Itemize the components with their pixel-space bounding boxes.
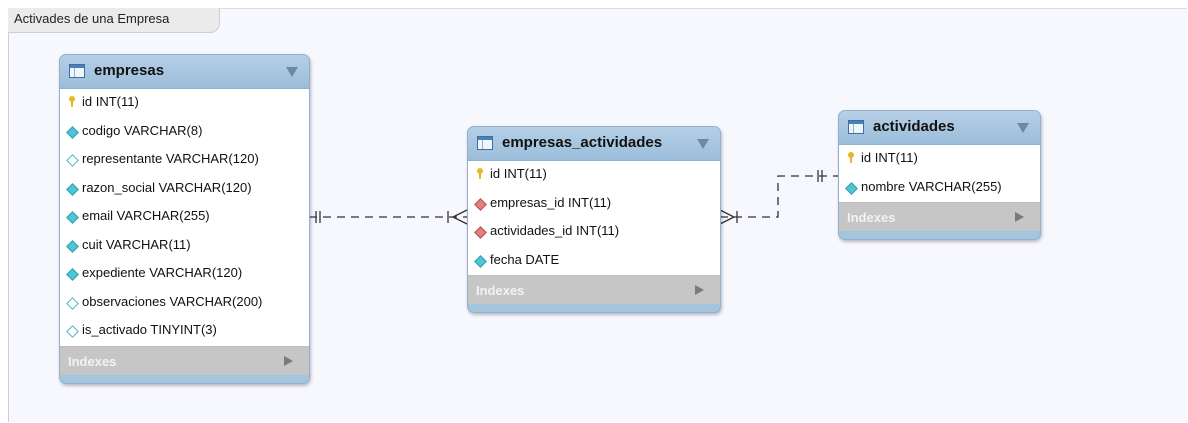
column-row[interactable]: empresas_id INT(11) — [468, 190, 720, 219]
column-row[interactable]: razon_social VARCHAR(120) — [60, 175, 309, 204]
column-row[interactable]: actividades_id INT(11) — [468, 218, 720, 247]
column-label: cuit VARCHAR(11) — [82, 236, 191, 252]
not-null-column-icon — [66, 125, 79, 139]
table-icon — [69, 64, 85, 78]
indexes-section[interactable]: Indexes — [60, 345, 309, 375]
not-null-column-icon — [66, 268, 79, 281]
table-footer — [839, 231, 1040, 239]
foreign-key-icon — [474, 197, 487, 211]
column-label: email VARCHAR(255) — [82, 208, 210, 223]
column-label: razon_social VARCHAR(120) — [82, 179, 252, 195]
not-null-column-icon — [66, 239, 79, 253]
column-label: id INT(11) — [861, 150, 918, 165]
primary-key-icon — [848, 152, 854, 164]
column-list: id INT(11) codigo VARCHAR(8) representante… — [60, 89, 309, 346]
table-name: actividades — [873, 118, 955, 135]
relationship-empresas-empresas-actividades[interactable] — [309, 209, 468, 225]
not-null-column-icon — [66, 211, 79, 224]
table-header[interactable]: empresas — [60, 55, 309, 89]
column-row[interactable]: is_activado TINYINT(3) — [60, 317, 309, 346]
not-null-column-icon — [474, 254, 487, 268]
column-list: id INT(11) nombre VARCHAR(255) — [839, 145, 1040, 202]
indexes-label: Indexes — [847, 210, 896, 225]
table-empresas[interactable]: empresas id INT(11) codigo VARCHAR(8) repr… — [59, 54, 310, 384]
indexes-label: Indexes — [68, 353, 117, 369]
column-row[interactable]: email VARCHAR(255) — [60, 203, 309, 232]
indexes-label: Indexes — [476, 283, 525, 298]
relationship-actividades-empresas-actividades[interactable] — [719, 170, 838, 225]
collapse-toggle-icon[interactable] — [286, 67, 298, 77]
collapse-toggle-icon[interactable] — [1017, 123, 1029, 133]
column-label: codigo VARCHAR(8) — [82, 122, 203, 138]
column-row[interactable]: codigo VARCHAR(8) — [60, 118, 309, 147]
column-label: nombre VARCHAR(255) — [861, 178, 1002, 194]
column-label: id INT(11) — [490, 166, 547, 181]
column-row[interactable]: cuit VARCHAR(11) — [60, 232, 309, 261]
nullable-column-icon — [66, 325, 79, 338]
nullable-column-icon — [66, 154, 79, 167]
table-icon — [848, 120, 864, 134]
nullable-column-icon — [66, 296, 79, 310]
column-label: empresas_id INT(11) — [490, 194, 612, 210]
table-header[interactable]: actividades — [839, 111, 1040, 145]
table-name: empresas_actividades — [502, 134, 663, 151]
expand-indexes-icon[interactable] — [695, 285, 704, 295]
table-icon — [477, 136, 493, 150]
column-row[interactable]: expediente VARCHAR(120) — [60, 260, 309, 289]
indexes-section[interactable]: Indexes — [468, 275, 720, 304]
column-row[interactable]: nombre VARCHAR(255) — [839, 174, 1040, 203]
column-row[interactable]: representante VARCHAR(120) — [60, 146, 309, 175]
column-row[interactable]: id INT(11) — [839, 145, 1040, 174]
primary-key-icon — [477, 168, 483, 180]
table-header[interactable]: empresas_actividades — [468, 127, 720, 161]
indexes-section[interactable]: Indexes — [839, 202, 1040, 231]
not-null-column-icon — [845, 181, 858, 195]
column-label: observaciones VARCHAR(200) — [82, 293, 263, 309]
column-row[interactable]: id INT(11) — [60, 89, 309, 118]
column-row[interactable]: fecha DATE — [468, 247, 720, 276]
column-label: expediente VARCHAR(120) — [82, 265, 243, 280]
foreign-key-icon — [474, 226, 487, 239]
expand-indexes-icon[interactable] — [284, 355, 293, 366]
column-row[interactable]: observaciones VARCHAR(200) — [60, 289, 309, 318]
expand-indexes-icon[interactable] — [1015, 212, 1024, 222]
table-empresas-actividades[interactable]: empresas_actividades id INT(11) empresas_… — [467, 126, 721, 313]
not-null-column-icon — [66, 182, 79, 196]
collapse-toggle-icon[interactable] — [697, 139, 709, 149]
column-label: is_activado TINYINT(3) — [82, 322, 217, 337]
primary-key-icon — [69, 96, 75, 108]
table-name: empresas — [94, 62, 165, 79]
column-label: actividades_id INT(11) — [490, 223, 620, 238]
column-row[interactable]: id INT(11) — [468, 161, 720, 190]
column-label: id INT(11) — [82, 94, 139, 109]
table-actividades[interactable]: actividades id INT(11) nombre VARCHAR(255… — [838, 110, 1041, 240]
column-label: fecha DATE — [490, 251, 560, 267]
column-list: id INT(11) empresas_id INT(11) actividades… — [468, 161, 720, 275]
column-label: representante VARCHAR(120) — [82, 151, 259, 166]
table-footer — [60, 374, 309, 383]
table-footer — [468, 304, 720, 312]
